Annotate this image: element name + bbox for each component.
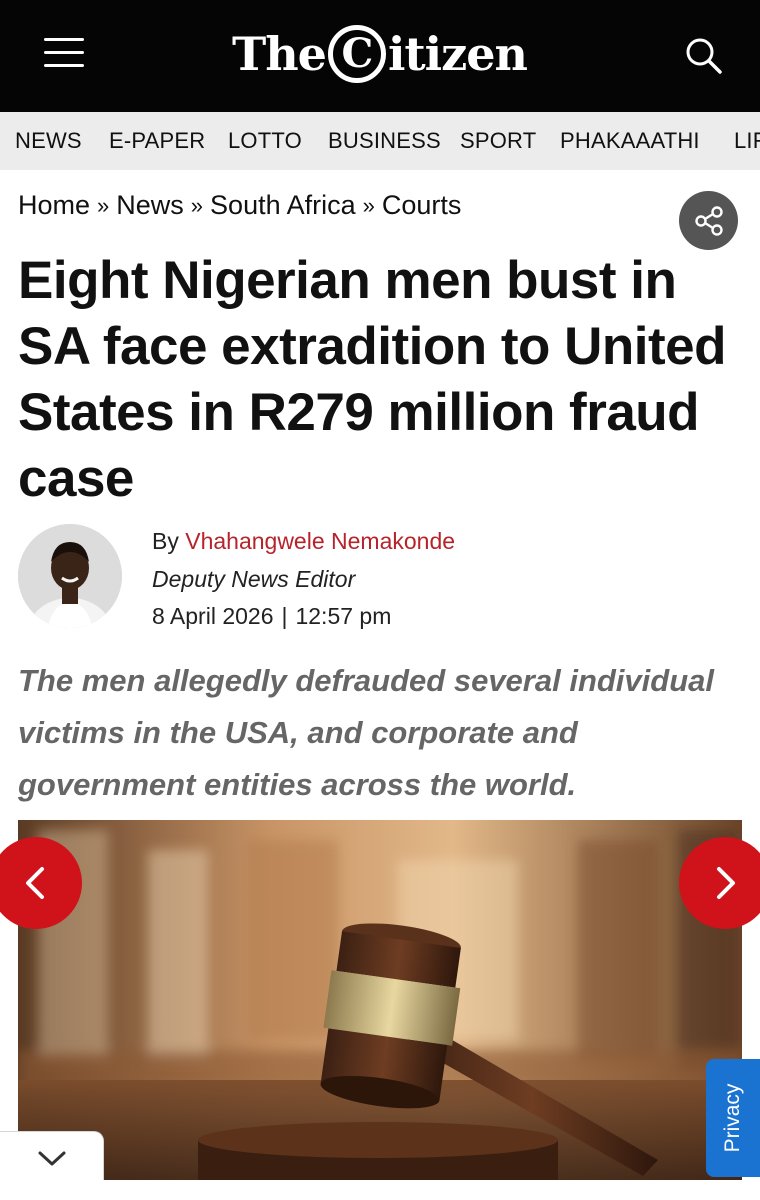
chevron-down-icon <box>38 1151 65 1165</box>
collapse-toggle-button[interactable] <box>0 1131 104 1184</box>
logo-the: The <box>232 27 327 81</box>
section-nav: NEWS E-PAPER LOTTO BUSINESS SPORT PHAKAA… <box>0 112 760 170</box>
breadcrumb-news[interactable]: News <box>116 190 184 221</box>
author-link[interactable]: Vhahangwele Nemakonde <box>185 528 455 554</box>
author-avatar[interactable] <box>18 524 122 628</box>
publish-dateline: 8 April 2026 | 12:57 pm <box>152 603 391 630</box>
nav-item-sport[interactable]: SPORT <box>460 112 536 170</box>
hamburger-menu-icon[interactable] <box>44 34 86 70</box>
privacy-button[interactable]: Privacy <box>706 1059 760 1177</box>
chevron-left-icon <box>26 867 44 899</box>
publish-date: 8 April 2026 <box>152 603 274 629</box>
slider-next-button[interactable] <box>679 837 760 929</box>
nav-item-phakaaathi[interactable]: PHAKAAATHI <box>560 112 700 170</box>
breadcrumb: Home » News » South Africa » Courts <box>18 190 461 221</box>
publish-time: 12:57 pm <box>295 603 392 629</box>
breadcrumb-home[interactable]: Home <box>18 190 90 221</box>
article-hero-image <box>18 820 742 1180</box>
share-button[interactable] <box>679 191 738 250</box>
date-separator: | <box>281 603 288 629</box>
byline: By Vhahangwele Nemakonde <box>152 528 455 555</box>
search-icon[interactable] <box>684 36 724 76</box>
privacy-label: Privacy <box>721 1083 744 1153</box>
author-role: Deputy News Editor <box>152 566 356 592</box>
breadcrumb-separator: » <box>190 192 204 218</box>
nav-item-lifestyle[interactable]: LIF <box>734 112 760 170</box>
site-logo[interactable]: The C itizen <box>232 22 528 86</box>
share-icon <box>694 205 723 236</box>
chevron-right-icon <box>717 867 735 899</box>
site-header: The C itizen <box>0 0 760 112</box>
article-summary: The men allegedly defrauded several indi… <box>18 663 715 802</box>
page-bottom-edge <box>0 1180 760 1200</box>
breadcrumb-separator: » <box>362 192 375 218</box>
breadcrumb-separator: » <box>97 192 110 218</box>
breadcrumb-courts[interactable]: Courts <box>382 190 462 221</box>
byline-prefix: By <box>152 528 179 554</box>
logo-rest: itizen <box>387 27 528 81</box>
nav-item-business[interactable]: BUSINESS <box>328 112 441 170</box>
nav-item-news[interactable]: NEWS <box>15 112 82 170</box>
article-headline: Eight Nigerian men bust in SA face extra… <box>18 251 726 508</box>
nav-item-e-paper[interactable]: E-PAPER <box>109 112 205 170</box>
logo-c-ring: C <box>327 25 386 83</box>
breadcrumb-south-africa[interactable]: South Africa <box>210 190 356 221</box>
nav-item-lotto[interactable]: LOTTO <box>228 112 302 170</box>
